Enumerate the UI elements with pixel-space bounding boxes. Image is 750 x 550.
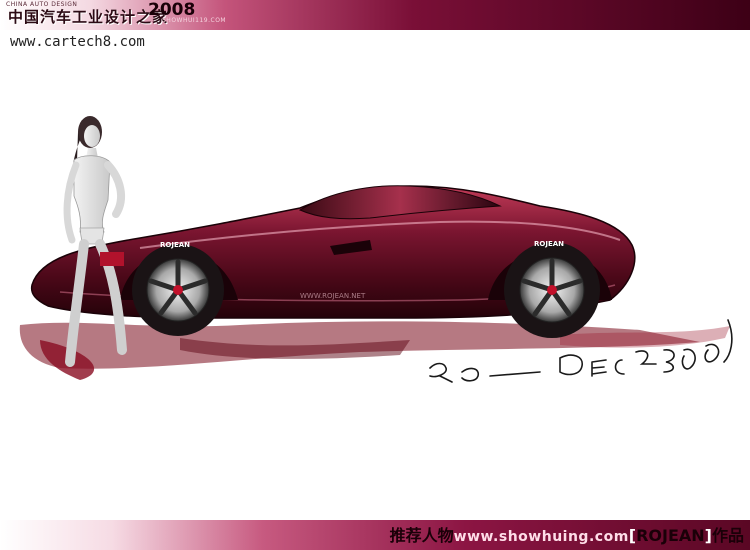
footer-banner: 推荐人物www.showhuing.com[ROJEAN]作品 bbox=[0, 520, 750, 550]
footer-bracket-close: ] bbox=[704, 526, 712, 545]
footer-suffix: 作品 bbox=[711, 526, 744, 545]
front-tire-brand: ROJEAN bbox=[160, 241, 190, 249]
header-banner: CHINA AUTO DESIGN 中国汽车工业设计之家 2008 SHOWHU… bbox=[0, 0, 750, 30]
footer-url[interactable]: www.showhuing.com bbox=[454, 529, 629, 545]
site-title: 中国汽车工业设计之家 bbox=[8, 8, 169, 26]
footer-bracket-open: [ bbox=[628, 526, 637, 545]
rear-tire-brand: ROJEAN bbox=[534, 240, 564, 248]
footer-designer: ROJEAN bbox=[636, 526, 705, 545]
footer-credit: 推荐人物www.showhuing.com[ROJEAN]作品 bbox=[390, 522, 744, 546]
car-sketch-illustration: ROJEAN ROJEAN WWW.ROJEAN.NET bbox=[19, 116, 733, 383]
footer-prefix: 推荐人物 bbox=[389, 526, 454, 545]
sketch-watermark: WWW.ROJEAN.NET bbox=[300, 292, 366, 300]
header-tiny-url: SHOWHUI119.COM bbox=[162, 17, 227, 24]
